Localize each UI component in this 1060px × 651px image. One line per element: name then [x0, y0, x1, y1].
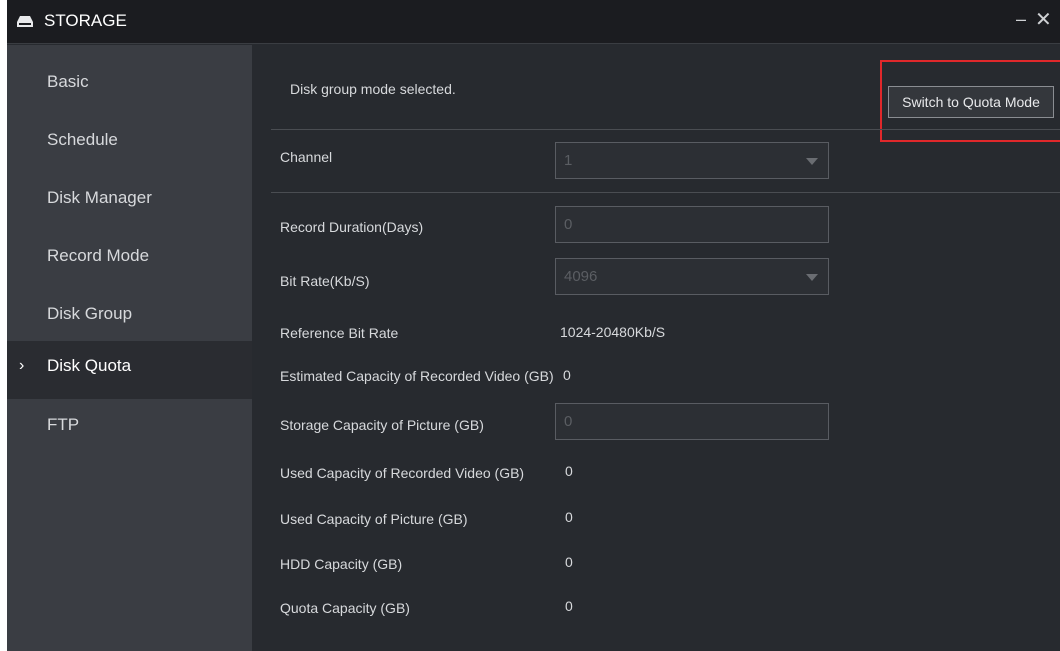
record-duration-input[interactable]: 0	[555, 206, 829, 243]
sidebar-item-disk-manager[interactable]: Disk Manager	[7, 173, 252, 231]
caret-down-icon	[806, 274, 818, 281]
record-duration-value: 0	[564, 216, 573, 233]
minimize-icon[interactable]: –	[1016, 9, 1026, 30]
hdd-capacity-label: HDD Capacity (GB)	[280, 556, 403, 572]
sidebar-item-label: Record Mode	[47, 246, 150, 265]
switch-to-quota-mode-button[interactable]: Switch to Quota Mode	[888, 86, 1054, 118]
main-panel: Disk group mode selected. Switch to Quot…	[252, 45, 1060, 651]
sidebar-item-label: Schedule	[47, 130, 118, 149]
channel-select[interactable]: 1	[555, 142, 829, 179]
quota-capacity-label: Quota Capacity (GB)	[280, 600, 410, 616]
sidebar-item-basic[interactable]: Basic	[7, 57, 252, 115]
sidebar-item-label: FTP	[47, 415, 80, 434]
picture-capacity-input[interactable]: 0	[555, 403, 829, 440]
sidebar-item-disk-group[interactable]: Disk Group	[7, 289, 252, 347]
bit-rate-label: Bit Rate(Kb/S)	[280, 273, 370, 289]
hdd-capacity-value: 0	[565, 554, 573, 570]
caret-down-icon	[806, 158, 818, 165]
estimated-capacity-label: Estimated Capacity of Recorded Video (GB…	[280, 368, 554, 384]
used-picture-value: 0	[565, 509, 573, 525]
used-video-value: 0	[565, 463, 573, 479]
sidebar: Basic Schedule Disk Manager Record Mode …	[7, 45, 252, 651]
quota-capacity-value: 0	[565, 598, 573, 614]
record-duration-label: Record Duration(Days)	[280, 219, 424, 235]
divider	[271, 192, 1060, 193]
storage-window: STORAGE – ✕ Basic Schedule Disk Manager …	[7, 0, 1060, 651]
channel-value: 1	[564, 152, 573, 169]
sidebar-item-disk-quota[interactable]: › Disk Quota	[7, 341, 252, 399]
sidebar-item-label: Disk Quota	[47, 356, 132, 375]
reference-bit-rate-label: Reference Bit Rate	[280, 325, 399, 341]
used-picture-label: Used Capacity of Picture (GB)	[280, 511, 468, 527]
mode-status-text: Disk group mode selected.	[290, 81, 456, 97]
used-video-label: Used Capacity of Recorded Video (GB)	[280, 465, 525, 481]
estimated-capacity-value: 0	[563, 367, 571, 383]
picture-capacity-value: 0	[564, 413, 573, 430]
title-bar: STORAGE – ✕	[7, 0, 1060, 44]
divider	[833, 129, 1060, 130]
divider	[271, 129, 833, 130]
sidebar-item-schedule[interactable]: Schedule	[7, 115, 252, 173]
sidebar-item-label: Disk Manager	[47, 188, 152, 207]
channel-label: Channel	[280, 149, 333, 165]
sidebar-item-label: Disk Group	[47, 304, 133, 323]
sidebar-item-ftp[interactable]: FTP	[7, 400, 252, 458]
window-title: STORAGE	[44, 11, 127, 30]
bit-rate-select[interactable]: 4096	[555, 258, 829, 295]
sidebar-item-label: Basic	[47, 72, 89, 91]
close-icon[interactable]: ✕	[1035, 7, 1052, 32]
hard-disk-icon	[17, 16, 33, 27]
reference-bit-rate-value: 1024-20480Kb/S	[560, 324, 666, 340]
bit-rate-value: 4096	[564, 268, 598, 285]
picture-capacity-label: Storage Capacity of Picture (GB)	[280, 417, 484, 433]
chevron-right-icon: ›	[19, 357, 25, 374]
sidebar-item-record-mode[interactable]: Record Mode	[7, 231, 252, 289]
